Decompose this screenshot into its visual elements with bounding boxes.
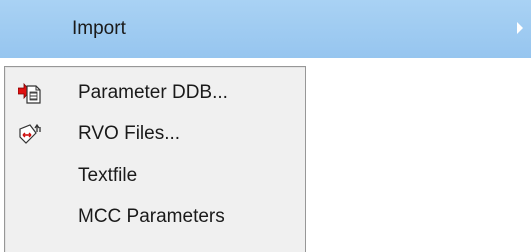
rvo-files-icon xyxy=(18,123,42,145)
menu-item-import-label: Import xyxy=(72,18,126,39)
page: Import Parameter DDB... RVO Files... Tex… xyxy=(0,0,531,252)
submenu-arrow-icon xyxy=(517,22,523,34)
menu-item-textfile-label: Textfile xyxy=(78,165,138,186)
menu-item-textfile[interactable]: Textfile xyxy=(5,156,305,196)
menu-item-mcc-parameters-label: MCC Parameters xyxy=(78,206,225,227)
menu-item-import[interactable]: Import xyxy=(0,0,531,58)
import-submenu: Parameter DDB... RVO Files... Textfile M xyxy=(4,66,306,252)
menu-item-rvo-files-label: RVO Files... xyxy=(78,123,181,144)
menu-item-mcc-parameters[interactable]: MCC Parameters xyxy=(5,197,305,237)
menu-item-rvo-files[interactable]: RVO Files... xyxy=(5,114,305,154)
parameter-ddb-import-icon xyxy=(17,82,42,104)
menu-item-parameter-ddb-label: Parameter DDB... xyxy=(78,82,228,103)
menu-item-parameter-ddb[interactable]: Parameter DDB... xyxy=(5,73,305,113)
